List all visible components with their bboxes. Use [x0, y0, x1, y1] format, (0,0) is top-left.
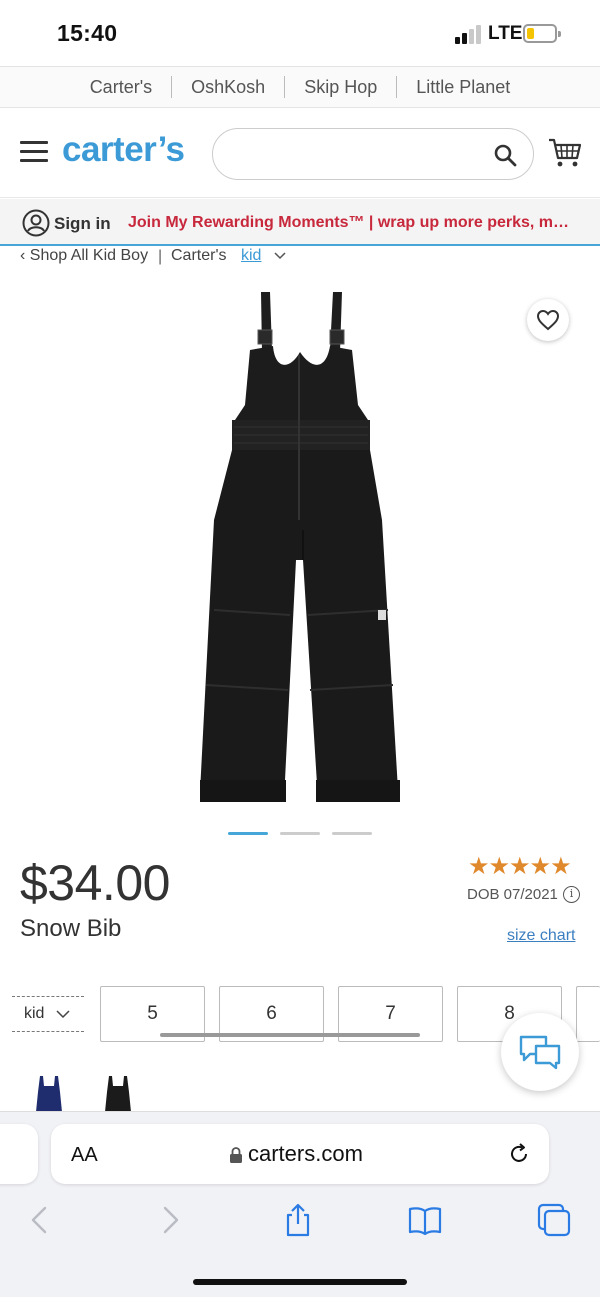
chevron-down-icon[interactable]: [273, 249, 287, 263]
status-time: 15:40: [57, 20, 118, 46]
browser-toolbar: AA carters.com: [0, 1111, 600, 1297]
product-name: Snow Bib: [20, 915, 122, 942]
brand-link-oshkosh[interactable]: OshKosh: [172, 77, 284, 98]
bookmarks-icon[interactable]: [407, 1202, 443, 1238]
breadcrumb-separator: |: [158, 248, 163, 265]
chat-icon: [519, 1035, 561, 1070]
menu-icon[interactable]: [20, 141, 48, 163]
size-type-select[interactable]: kid: [12, 996, 84, 1032]
cart-icon[interactable]: [547, 136, 583, 170]
product-price: $34.00: [20, 855, 170, 911]
info-icon[interactable]: i: [563, 886, 580, 903]
carousel-dot-1[interactable]: [228, 832, 268, 835]
text-size-button[interactable]: AA: [71, 1144, 98, 1167]
carousel-dot-3[interactable]: [332, 832, 372, 835]
breadcrumb-kid-link[interactable]: kid: [241, 247, 261, 265]
previous-tab[interactable]: [0, 1124, 38, 1184]
color-swatch-black[interactable]: [103, 1072, 133, 1112]
signin-bar: Sign in Join My Rewarding Moments™ | wra…: [0, 199, 600, 246]
chat-button[interactable]: [501, 1013, 579, 1091]
battery-fill: [527, 28, 534, 39]
size-type-label: kid: [24, 1005, 45, 1022]
brand-link-carters[interactable]: Carter's: [71, 77, 171, 98]
signin-link[interactable]: Sign in: [54, 214, 111, 234]
brand-strip: Carter's OshKosh Skip Hop Little Planet: [0, 66, 600, 108]
tabs-icon[interactable]: [536, 1202, 572, 1238]
user-icon[interactable]: [22, 209, 50, 237]
breadcrumb: ‹ Shop All Kid Boy | Carter's kid: [0, 247, 600, 269]
brand-link-little-planet[interactable]: Little Planet: [397, 77, 529, 98]
url-text: carters.com: [248, 1141, 363, 1166]
home-indicator[interactable]: [193, 1279, 407, 1285]
chevron-down-icon: [56, 1010, 70, 1019]
image-carousel-dots: [228, 832, 372, 835]
size-chart-link[interactable]: size chart: [507, 927, 575, 945]
breadcrumb-back-link[interactable]: ‹ Shop All Kid Boy: [20, 247, 148, 265]
network-label: LTE: [488, 23, 523, 44]
wishlist-button[interactable]: [527, 299, 569, 341]
share-icon[interactable]: [280, 1202, 316, 1238]
dob-label: DOB 07/2021: [467, 886, 558, 903]
heart-icon: [536, 309, 560, 331]
carousel-dot-2[interactable]: [280, 832, 320, 835]
carters-logo[interactable]: carter’s: [62, 130, 185, 170]
brand-link-skip-hop[interactable]: Skip Hop: [285, 77, 396, 98]
reload-icon[interactable]: [507, 1142, 531, 1166]
product-image[interactable]: [0, 280, 600, 820]
size-scrollbar[interactable]: [160, 1033, 420, 1037]
rewards-promo-link[interactable]: Join My Rewarding Moments™ | wrap up mor…: [128, 214, 574, 232]
size-option-more[interactable]: [576, 986, 600, 1042]
battery-icon: [523, 24, 561, 43]
color-swatch-navy[interactable]: [34, 1072, 64, 1112]
address-bar[interactable]: AA carters.com: [51, 1124, 549, 1184]
search-icon[interactable]: [493, 143, 517, 167]
signal-icon: [455, 24, 483, 44]
back-icon[interactable]: [22, 1202, 58, 1238]
status-bar: 15:40 LTE: [0, 0, 600, 66]
forward-icon[interactable]: [152, 1202, 188, 1238]
breadcrumb-brand: Carter's: [171, 247, 227, 264]
rating-stars[interactable]: ★★★★★: [468, 852, 572, 881]
site-header: carter’s: [0, 108, 600, 198]
lock-icon: [230, 1147, 242, 1163]
search-input[interactable]: [212, 128, 534, 180]
